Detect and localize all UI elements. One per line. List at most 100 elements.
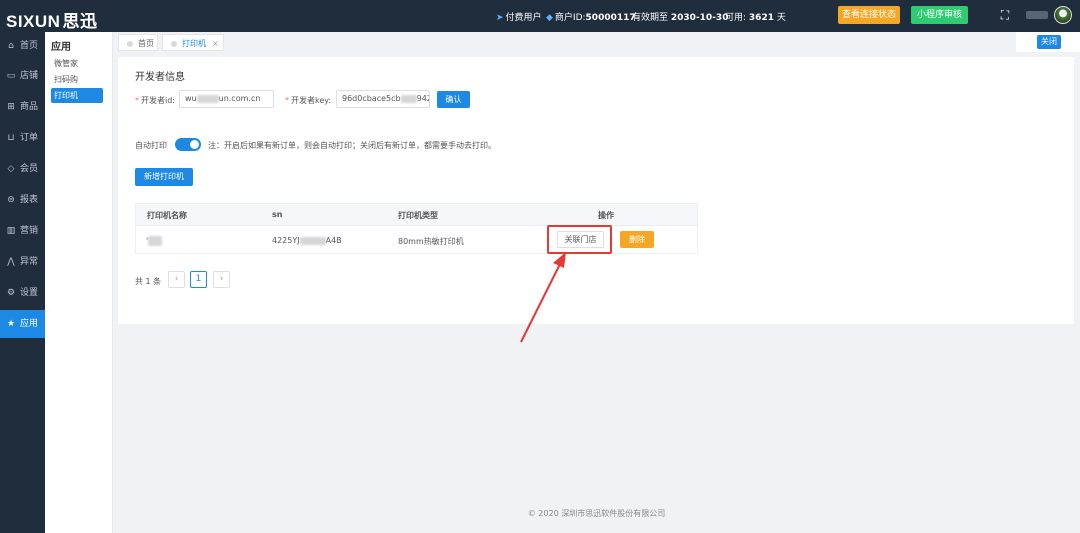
footer-copyright: © 2020 深圳市思迅软件股份有限公司 xyxy=(527,509,666,518)
fullscreen-icon[interactable]: ⛶ xyxy=(998,8,1012,22)
merchant-id-value: 50000117 xyxy=(585,13,636,23)
nav-label: 会员 xyxy=(20,164,39,174)
username-blurred xyxy=(1026,11,1048,19)
printer-name-cell: ' xyxy=(146,236,163,246)
column-header-sn: sn xyxy=(272,210,283,219)
nav-label: 首页 xyxy=(20,41,39,51)
nav-item-orders[interactable]: ⊔ 订单 xyxy=(0,124,45,152)
nav-item-reports[interactable]: ⊜ 报表 xyxy=(0,186,45,214)
blurred-text xyxy=(400,94,417,103)
logo-cn: 思迅 xyxy=(62,12,98,32)
user-type: ➤ 付费用户 xyxy=(496,10,542,23)
column-header-type: 打印机类型 xyxy=(398,211,438,220)
merchant-label: 商户ID: xyxy=(554,13,586,23)
top-bar: SIXUN 思迅 ➤ 付费用户 ◆ 商户ID:50000117 有效期至 2030-1… xyxy=(0,0,1080,32)
expire-info: 有效期至 2030-10-30 xyxy=(632,10,728,23)
subnav-title: 应用 xyxy=(51,42,71,53)
sn-end: A4B xyxy=(325,236,342,245)
developer-id-input[interactable]: wu un.com.cn xyxy=(179,90,274,108)
send-icon: ➤ xyxy=(496,13,504,23)
subnav-item-printer[interactable]: 打印机 xyxy=(51,88,103,103)
tab-dot xyxy=(127,40,133,47)
printer-type-cell: 80mm热敏打印机 xyxy=(398,237,464,246)
nav-item-exceptions[interactable]: ⋀ 异常 xyxy=(0,248,45,276)
subnav-item-wgj[interactable]: 微管家 xyxy=(51,56,103,71)
nav-label: 商品 xyxy=(20,102,39,112)
printer-table: 打印机名称 sn 打印机类型 操作 ' 4225YJ A4B 80mm热敏打印机 … xyxy=(135,203,698,254)
sn-start: 4225YJ xyxy=(272,236,300,245)
nav-label: 报表 xyxy=(20,195,39,205)
available-label: 可用: xyxy=(725,13,747,23)
shop-icon: ▭ xyxy=(6,71,16,81)
developer-id-label: * 开发者id: xyxy=(135,95,175,106)
prev-page-button[interactable]: ‹ xyxy=(168,271,185,288)
home-icon: ⌂ xyxy=(8,41,14,51)
nav-label: 营销 xyxy=(20,226,39,236)
expire-date: 2030-10-30 xyxy=(670,13,729,23)
required-mark: * xyxy=(135,96,139,105)
avatar[interactable] xyxy=(1054,6,1072,24)
auto-print-toggle[interactable] xyxy=(175,138,201,151)
column-header-actions: 操作 xyxy=(598,211,614,220)
delete-button[interactable]: 删除 xyxy=(620,231,654,248)
close-tabs-button[interactable]: 关闭 xyxy=(1037,35,1061,49)
logo-text: SIXUN xyxy=(6,12,61,31)
available-days: 可用: 3621 天 xyxy=(725,10,786,23)
developer-key-label: * 开发者key: xyxy=(285,95,331,106)
report-icon: ⊜ xyxy=(7,195,15,205)
confirm-button[interactable]: 确认 xyxy=(437,91,470,108)
printer-sn-cell: 4225YJ A4B xyxy=(272,236,342,245)
check-connection-button[interactable]: 查看连接状态 xyxy=(838,6,900,24)
available-value: 3621 xyxy=(748,13,774,23)
nav-item-home[interactable]: ⌂ 首页 xyxy=(0,32,45,60)
nav-item-shop[interactable]: ▭ 店铺 xyxy=(0,62,45,90)
close-icon[interactable]: × xyxy=(212,39,219,48)
main-card: 开发者信息 * 开发者id: wu un.com.cn * 开发者key: 96d0c… xyxy=(118,57,1074,324)
nav-item-settings[interactable]: ⚙ 设置 xyxy=(0,279,45,307)
order-icon: ⊔ xyxy=(7,133,15,143)
developer-id-label-text: 开发者id: xyxy=(141,96,175,105)
subnav-item-scan-buy[interactable]: 扫码购 xyxy=(51,72,103,87)
logo: SIXUN 思迅 xyxy=(6,7,97,32)
table-header: 打印机名称 sn 打印机类型 操作 xyxy=(136,204,697,226)
nav-label: 应用 xyxy=(20,319,39,329)
star-icon: ★ xyxy=(6,319,16,329)
tab-dot xyxy=(171,40,177,47)
tab-home[interactable]: 首页 xyxy=(118,34,158,51)
nav-label: 异常 xyxy=(20,257,39,267)
nav-label: 设置 xyxy=(20,288,39,298)
miniapp-review-button[interactable]: 小程序审核 xyxy=(911,6,968,24)
gift-icon: ⊞ xyxy=(7,102,15,112)
id-value-end: un.com.cn xyxy=(218,94,261,103)
blurred-text xyxy=(196,94,219,103)
main-sidebar: ⌂ 首页 ▭ 店铺 ⊞ 商品 ⊔ 订单 ◇ 会员 ⊜ 报表 ▥ 营销 ⋀ 异常 ⚙ 设置 ★ 应用 xyxy=(0,32,45,533)
available-unit: 天 xyxy=(776,13,786,23)
key-value-start: 96d0cbace5cb xyxy=(342,94,401,103)
next-page-button[interactable]: › xyxy=(213,271,230,288)
chart-icon: ▥ xyxy=(6,226,16,236)
add-printer-button[interactable]: 新增打印机 xyxy=(135,168,193,186)
auto-print-note: 注：开启后如果有新订单，则会自动打印；关闭后有新订单，都需要手动去打印。 xyxy=(208,141,496,150)
pagination-total: 共 1 条 xyxy=(135,277,162,286)
nav-item-marketing[interactable]: ▥ 营销 xyxy=(0,217,45,245)
tab-printer[interactable]: 打印机 × xyxy=(162,34,224,51)
column-header-name: 打印机名称 xyxy=(147,211,187,220)
id-value-start: wu xyxy=(185,94,197,103)
sub-sidebar: 应用 微管家 扫码购 打印机 xyxy=(45,32,113,533)
developer-key-input[interactable]: 96d0cbace5cb 942 xyxy=(336,90,430,108)
page-1-button[interactable]: 1 xyxy=(190,271,207,288)
developer-key-label-text: 开发者key: xyxy=(291,96,332,105)
required-mark: * xyxy=(285,96,289,105)
nav-item-members[interactable]: ◇ 会员 xyxy=(0,155,45,183)
blurred-text xyxy=(148,236,163,246)
member-icon: ◇ xyxy=(7,164,15,174)
user-type-text: 付费用户 xyxy=(505,13,542,23)
key-value-end: 942 xyxy=(416,94,429,103)
nav-label: 订单 xyxy=(20,133,39,143)
gear-icon: ⚙ xyxy=(6,288,16,298)
section-title: 开发者信息 xyxy=(135,72,185,83)
highlight-box xyxy=(547,225,612,254)
nav-item-apps[interactable]: ★ 应用 xyxy=(0,310,45,338)
warning-icon: ⋀ xyxy=(7,257,15,267)
nav-item-goods[interactable]: ⊞ 商品 xyxy=(0,93,45,121)
